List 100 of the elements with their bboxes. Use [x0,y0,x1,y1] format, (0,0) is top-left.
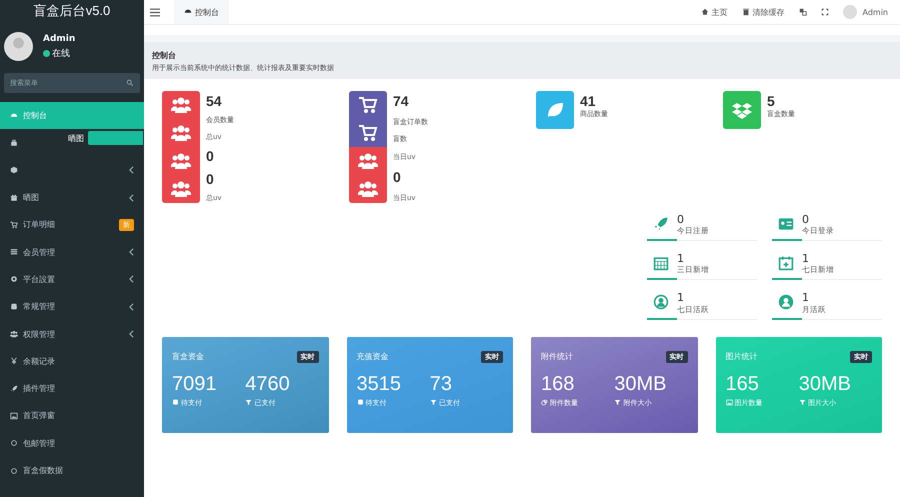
toolbar-button[interactable] [820,8,828,16]
stat-value: 54 [206,93,223,109]
yen-icon [10,357,18,366]
filter-icon [430,399,437,406]
filter-icon [798,399,806,406]
accent-line [772,318,802,320]
submenu-popup[interactable]: 晒图 [68,131,143,146]
leaf-icon [545,100,565,120]
status-text: 在线 [52,48,70,60]
cart-icon [10,220,18,229]
menu-item[interactable]: 插件管理 [0,374,144,402]
user-icon [653,294,669,310]
users-icon [10,330,18,338]
rocket-icon [653,216,669,232]
card-title: 盲盒资金 [172,351,204,362]
database-icon [172,399,179,406]
toolbar-button[interactable] [798,8,806,16]
stat-value: 1 [802,252,810,266]
stat-value: 1 [802,291,810,305]
bag-icon [10,138,18,147]
stat-value: 1 [677,291,685,305]
users-icon [358,179,378,199]
stat-value: 0 [677,213,685,226]
accent-line [772,239,802,242]
accent-line [772,278,802,280]
menu-item[interactable]: 常规管理 [0,293,144,320]
card-title: 充值资金 [356,351,388,362]
translate-icon [798,8,806,16]
search-icon [126,79,134,87]
stat-value: 30MB [798,372,852,396]
menu-item[interactable]: 晒图 [0,184,144,212]
image-icon [10,412,18,420]
menu-item[interactable]: 会员管理 [0,238,144,266]
stat-value: 4760 [245,372,291,396]
filter-icon [245,399,252,406]
stat-value: 0 [206,170,215,187]
circle-icon [10,439,18,448]
stat-value: 0 [206,148,215,164]
boxes-icon [732,100,752,120]
calendar-icon [653,255,669,272]
stat-value: 7091 [172,372,218,396]
dashboard-icon [184,8,192,16]
gift-icon [10,194,18,202]
stat-value: 74 [393,93,410,109]
user-icon [778,294,794,310]
database-icon [356,399,364,406]
rocket-icon [10,384,18,393]
calendar-plus-icon [778,255,794,272]
stat-value: 0 [393,169,402,186]
dashboard-icon [10,112,18,120]
id-card-icon [778,216,794,232]
circle-icon [10,466,18,474]
menu-icon[interactable] [150,8,160,16]
highlight-bar [88,131,143,146]
menu-item[interactable]: 平台設置 [0,266,144,294]
top-link[interactable]: 主页 [700,6,728,18]
menu-item[interactable]: 余额记录 [0,348,144,375]
filter-icon [614,399,622,406]
attachment-icon [541,399,548,406]
tab[interactable]: 控制台 [174,0,229,24]
accent-line [647,278,677,280]
stat-value: 1 [677,252,685,266]
user-name: Admin [43,34,76,44]
users-icon [171,123,191,143]
top-link[interactable]: 清除缓存 [742,6,784,18]
accent-line [647,239,677,242]
accent-line [647,318,677,320]
cart-icon [358,123,378,143]
stat-value: 5 [767,93,776,109]
users-icon [171,95,191,115]
stat-value: 165 [726,372,760,396]
menu-item[interactable]: 包邮管理 [0,430,144,457]
list-icon [10,248,18,256]
user-menu[interactable]: Admin [862,8,888,16]
menu-item[interactable]: 权限管理 [0,320,144,348]
avatar-icon [4,32,33,61]
fullscreen-icon [820,8,828,16]
stat-value: 3515 [356,372,402,396]
stat-value: 73 [430,372,453,396]
menu-item[interactable]: 盲盒假数据 [0,456,144,484]
users-icon [171,151,191,171]
stat-value: 168 [541,372,576,396]
users-icon [358,151,378,171]
database-icon [10,302,18,311]
avatar-icon [842,5,856,19]
logo-title: 盲盒后台v5.0 [32,2,112,20]
menu-item[interactable]: 晒图 [0,129,144,157]
cube-icon [10,166,18,174]
submenu-item[interactable]: 晒图 [68,132,84,144]
menu-item[interactable]: 首页弹窗 [0,402,144,430]
stat-value: 30MB [614,372,668,396]
home-icon [700,8,708,16]
stat-value: 41 [580,93,597,109]
cart-icon [358,95,378,115]
trash-icon [742,8,750,16]
card-title: 图片统计 [726,351,758,362]
users-icon [171,179,191,199]
card-title: 附件统计 [541,351,573,362]
image-icon [726,399,732,406]
stat-value: 0 [802,213,810,226]
